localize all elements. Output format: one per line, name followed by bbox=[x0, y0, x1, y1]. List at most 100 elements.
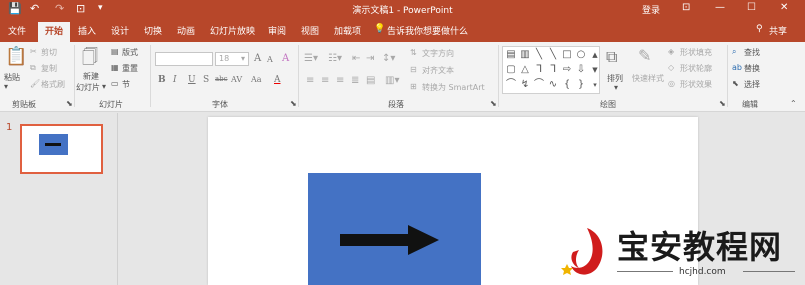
divider bbox=[498, 45, 499, 107]
rectangle-shape-icon[interactable]: □ bbox=[561, 49, 573, 61]
copy-button[interactable]: 复制 bbox=[41, 63, 57, 74]
format-painter-button[interactable]: 格式刷 bbox=[41, 79, 65, 90]
align-left-icon[interactable]: ≡ bbox=[306, 75, 314, 86]
tab-file[interactable]: 文件 bbox=[8, 24, 26, 37]
tab-addins[interactable]: 加载项 bbox=[334, 24, 361, 37]
justify-icon[interactable]: ≣ bbox=[351, 75, 359, 86]
ribbon-display-options-icon[interactable]: ⊡ bbox=[682, 2, 690, 13]
new-slide-label-1[interactable]: 新建 bbox=[83, 71, 99, 82]
paste-icon[interactable]: 📋 bbox=[5, 46, 27, 67]
brace-right-shape-icon[interactable]: } bbox=[575, 79, 587, 91]
minimize-button[interactable]: — bbox=[715, 2, 725, 13]
paragraph-dialog-launcher-icon[interactable]: ⬊ bbox=[490, 99, 497, 108]
share-button[interactable]: 共享 bbox=[769, 24, 787, 37]
tab-home[interactable]: 开始 bbox=[38, 22, 71, 42]
paste-dropdown-icon[interactable]: ▾ bbox=[4, 82, 8, 91]
tab-insert[interactable]: 插入 bbox=[78, 24, 96, 37]
new-slide-label-2[interactable]: 幻灯片 bbox=[76, 82, 100, 93]
tab-transitions[interactable]: 切换 bbox=[144, 24, 162, 37]
gallery-scroll-down-icon[interactable]: ▼ bbox=[589, 64, 601, 76]
triangle-shape-icon[interactable]: △ bbox=[519, 64, 531, 76]
font-group-label: 字体 bbox=[212, 100, 228, 109]
gallery-more-icon[interactable]: ▾ bbox=[589, 79, 601, 91]
gallery-scroll-up-icon[interactable]: ▲ bbox=[589, 49, 601, 61]
align-right-icon[interactable]: ≡ bbox=[336, 75, 344, 86]
login-link[interactable]: 登录 bbox=[642, 3, 660, 16]
arrange-dropdown-icon[interactable]: ▾ bbox=[614, 83, 618, 92]
elbow-connector-shape-icon-2[interactable]: ᒣ bbox=[547, 64, 559, 76]
text-direction-button[interactable]: 文字方向 bbox=[422, 48, 454, 59]
select-button[interactable]: 选择 bbox=[744, 79, 760, 90]
character-spacing-button[interactable]: AV bbox=[231, 75, 242, 84]
line-shape-icon[interactable]: ╲ bbox=[533, 49, 545, 61]
underline-button[interactable]: U bbox=[188, 75, 196, 85]
convert-smartart-button[interactable]: 转换为 SmartArt bbox=[422, 82, 485, 93]
font-color-button[interactable]: A bbox=[274, 75, 281, 85]
shape-outline-button[interactable]: 形状轮廓 bbox=[680, 63, 712, 74]
grow-font-button[interactable]: A bbox=[254, 53, 261, 64]
numbering-icon[interactable]: ☷▾ bbox=[328, 53, 342, 64]
change-case-button[interactable]: Aa bbox=[251, 75, 262, 84]
slide-thumbnail[interactable] bbox=[20, 124, 103, 174]
quick-styles-button[interactable]: 快速样式 bbox=[632, 73, 664, 84]
font-size-dropdown-icon[interactable]: ▾ bbox=[241, 54, 245, 63]
elbow-connector-shape-icon[interactable]: ᒣ bbox=[533, 64, 545, 76]
bold-button[interactable]: B bbox=[158, 75, 166, 85]
font-size-combo[interactable]: 18 ▾ bbox=[215, 52, 249, 66]
shape-effects-button[interactable]: 形状效果 bbox=[680, 79, 712, 90]
tab-view[interactable]: 视图 bbox=[301, 24, 319, 37]
wave-shape-icon[interactable]: ∿ bbox=[547, 79, 559, 91]
tab-slideshow[interactable]: 幻灯片放映 bbox=[210, 24, 255, 37]
vertical-textbox-shape-icon[interactable]: ▥ bbox=[519, 49, 531, 61]
find-button[interactable]: 查找 bbox=[744, 47, 760, 58]
align-center-icon[interactable]: ≡ bbox=[321, 75, 329, 86]
collapse-ribbon-icon[interactable]: ⌃ bbox=[790, 99, 797, 108]
shapes-gallery[interactable]: ▤ ▥ ╲ ╲ □ ○ ▢ △ ᒣ ᒣ ⇨ ⇩ ⌒ ↯ ⌒ ∿ { } ▲ ▼ … bbox=[502, 46, 600, 94]
rounded-rect-shape-icon[interactable]: ▢ bbox=[505, 64, 517, 76]
align-text-button[interactable]: 对齐文本 bbox=[422, 65, 454, 76]
blue-rectangle-shape[interactable] bbox=[308, 173, 481, 285]
cut-button[interactable]: 剪切 bbox=[41, 47, 57, 58]
right-arrow-shape-icon[interactable]: ⇨ bbox=[561, 64, 573, 76]
freeform-shape-icon[interactable]: ↯ bbox=[519, 79, 531, 91]
oval-shape-icon[interactable]: ○ bbox=[575, 49, 587, 61]
bullets-icon[interactable]: ☰▾ bbox=[304, 53, 318, 64]
font-dialog-launcher-icon[interactable]: ⬊ bbox=[290, 99, 297, 108]
replace-button[interactable]: 替换 bbox=[744, 63, 760, 74]
clear-formatting-button[interactable]: A bbox=[282, 53, 289, 64]
textbox-shape-icon[interactable]: ▤ bbox=[505, 49, 517, 61]
tab-animations[interactable]: 动画 bbox=[177, 24, 195, 37]
brace-left-shape-icon[interactable]: { bbox=[561, 79, 573, 91]
drawing-dialog-launcher-icon[interactable]: ⬊ bbox=[719, 99, 726, 108]
clipboard-dialog-launcher-icon[interactable]: ⬊ bbox=[66, 99, 73, 108]
new-slide-dropdown-icon[interactable]: ▾ bbox=[102, 82, 106, 91]
reset-button[interactable]: 重置 bbox=[122, 63, 138, 74]
close-button[interactable]: ✕ bbox=[780, 2, 788, 13]
line-shape-icon-2[interactable]: ╲ bbox=[547, 49, 559, 61]
columns-icon[interactable]: ▥▾ bbox=[385, 75, 399, 86]
shrink-font-button[interactable]: A bbox=[267, 55, 273, 64]
shadow-button[interactable]: S bbox=[203, 75, 209, 85]
quick-styles-icon[interactable]: ✎ bbox=[638, 46, 651, 65]
decrease-indent-icon[interactable]: ⇤ bbox=[352, 53, 360, 64]
down-arrow-shape-icon[interactable]: ⇩ bbox=[575, 64, 587, 76]
tab-design[interactable]: 设计 bbox=[111, 24, 129, 37]
watermark: 宝安教程网 hcjhd.com bbox=[553, 222, 805, 285]
arrange-icon[interactable]: ⧉ bbox=[606, 47, 617, 67]
distribute-icon[interactable]: ▤ bbox=[366, 75, 375, 86]
maximize-button[interactable]: ☐ bbox=[747, 2, 756, 13]
new-slide-icon[interactable]: 🗍 bbox=[82, 46, 98, 73]
curve-shape-icon[interactable]: ⌒ bbox=[505, 79, 517, 91]
tell-me-box[interactable]: 告诉我你想要做什么 bbox=[387, 24, 468, 37]
font-name-combo[interactable] bbox=[155, 52, 213, 66]
shape-fill-button[interactable]: 形状填充 bbox=[680, 47, 712, 58]
italic-button[interactable]: I bbox=[173, 75, 177, 85]
line-spacing-icon[interactable]: ↕▾ bbox=[382, 53, 395, 64]
strikethrough-button[interactable]: abc bbox=[215, 75, 228, 83]
right-arrow-shape[interactable] bbox=[340, 225, 440, 255]
tab-review[interactable]: 审阅 bbox=[268, 24, 286, 37]
arc-shape-icon[interactable]: ⌒ bbox=[533, 79, 545, 91]
increase-indent-icon[interactable]: ⇥ bbox=[366, 53, 374, 64]
section-button[interactable]: 节 bbox=[122, 79, 130, 90]
layout-button[interactable]: 版式 bbox=[122, 47, 138, 58]
